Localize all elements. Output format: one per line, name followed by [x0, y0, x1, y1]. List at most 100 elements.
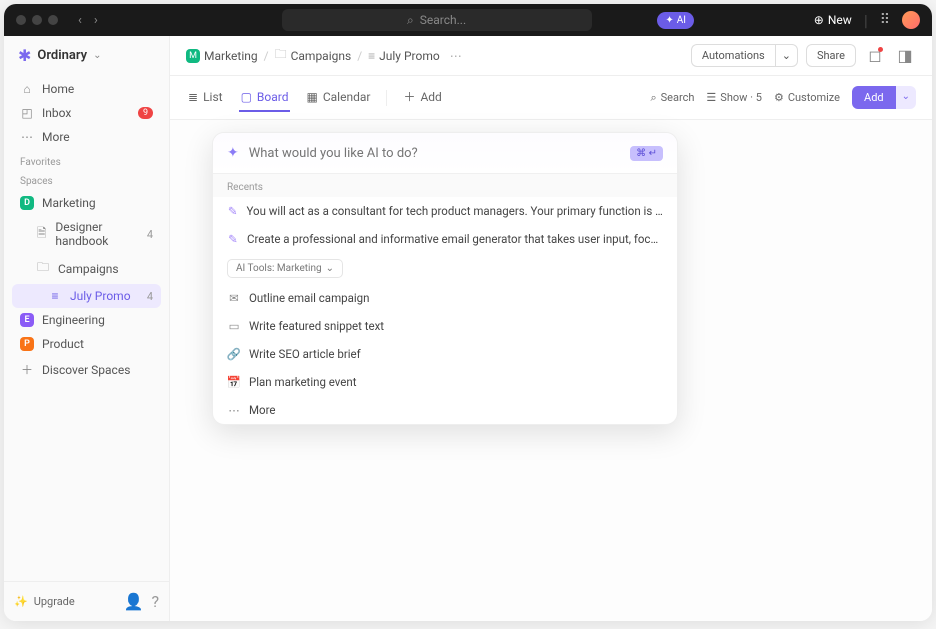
logo-icon: ✱ [18, 46, 31, 65]
upgrade-button[interactable]: ✨ Upgrade [14, 595, 75, 608]
sidebar-inbox[interactable]: ◰ Inbox 9 [12, 101, 161, 125]
favorites-label: Favorites [4, 151, 169, 170]
view-add[interactable]: ＋Add [401, 82, 443, 113]
ai-prompt-input[interactable] [249, 146, 620, 161]
show-button[interactable]: ☰Show · 5 [706, 91, 762, 104]
search-button[interactable]: ⌕Search [650, 91, 694, 105]
automations-button[interactable]: Automations [691, 44, 775, 67]
folder-icon: 🗀 [275, 45, 287, 66]
inbox-icon: ◰ [20, 106, 34, 120]
ai-tool-event[interactable]: 📅 Plan marketing event [213, 368, 677, 396]
space-avatar: D [20, 196, 34, 210]
panel-icon[interactable]: ◨ [894, 45, 916, 67]
plus-icon: ＋ [403, 88, 415, 105]
gear-icon: ⚙ [774, 91, 784, 104]
add-task-dropdown[interactable]: ⌄ [896, 86, 916, 109]
view-calendar[interactable]: ▦Calendar [304, 84, 372, 112]
chevron-down-icon: ⌄ [326, 263, 334, 274]
board-icon: ▢ [241, 90, 252, 104]
share-button[interactable]: Share [806, 44, 856, 67]
minimize-icon[interactable] [32, 15, 42, 25]
search-icon: ⌕ [650, 91, 656, 105]
home-icon: ⌂ [20, 82, 34, 96]
chevron-down-icon: ⌄ [93, 50, 101, 61]
more-icon[interactable]: ⋯ [450, 49, 462, 63]
inbox-badge: 9 [138, 107, 153, 119]
help-icon[interactable]: ? [151, 592, 159, 611]
keyboard-shortcut: ⌘ ↵ [630, 146, 663, 161]
filter-icon: ☰ [706, 91, 716, 104]
titlebar: ‹ › ⌕ Search... ✦ AI ⊕ New | ⠿ [4, 4, 932, 36]
recents-label: Recents [213, 173, 677, 197]
ai-tool-seo[interactable]: 🔗 Write SEO article brief [213, 340, 677, 368]
add-task-button[interactable]: Add [852, 86, 896, 109]
app-window: ‹ › ⌕ Search... ✦ AI ⊕ New | ⠿ ✱ Ordinar… [4, 4, 932, 621]
document-icon: 🗎 [36, 224, 47, 245]
ai-tool-snippet[interactable]: ▭ Write featured snippet text [213, 312, 677, 340]
nav-arrows: ‹ › [74, 11, 102, 30]
ai-tools-selector[interactable]: AI Tools: Marketing ⌄ [227, 259, 343, 278]
calendar-icon: 📅 [227, 375, 241, 389]
pencil-icon: ✎ [227, 232, 239, 246]
ai-button[interactable]: ✦ AI [657, 12, 694, 29]
pencil-icon: ✎ [227, 204, 238, 218]
list-icon: ≡ [48, 289, 62, 303]
sidebar-more[interactable]: ⋯ More [12, 125, 161, 149]
recent-prompt[interactable]: ✎ Create a professional and informative … [213, 225, 677, 253]
global-search[interactable]: ⌕ Search... [282, 9, 592, 31]
titlebar-right: ⊕ New | ⠿ [814, 11, 920, 30]
main-area: M Marketing / 🗀 Campaigns / ≡ July Promo… [170, 36, 932, 621]
traffic-lights [16, 15, 58, 25]
search-icon: ⌕ [407, 13, 414, 28]
spaces-label: Spaces [4, 170, 169, 189]
nav-forward-icon[interactable]: › [90, 11, 102, 30]
automations-button-group: Automations ⌄ [691, 44, 798, 67]
ai-more[interactable]: ⋯ More [213, 396, 677, 424]
list-icon: ≡ [368, 49, 375, 63]
list-icon: ≣ [188, 90, 198, 104]
view-board[interactable]: ▢Board [239, 84, 291, 112]
notifications-icon[interactable]: ◻ [864, 45, 886, 67]
views-row: ≣List ▢Board ▦Calendar ＋Add ⌕Search ☰Sho… [170, 76, 932, 120]
recent-prompt[interactable]: ✎ You will act as a consultant for tech … [213, 197, 677, 225]
workspace-switcher[interactable]: ✱ Ordinary ⌄ [4, 36, 169, 75]
sidebar-home[interactable]: ⌂ Home [12, 77, 161, 101]
sidebar: ✱ Ordinary ⌄ ⌂ Home ◰ Inbox 9 ⋯ More [4, 36, 170, 621]
crumb-list[interactable]: July Promo [379, 49, 440, 63]
breadcrumb-row: M Marketing / 🗀 Campaigns / ≡ July Promo… [170, 36, 932, 76]
new-button[interactable]: ⊕ New [814, 13, 852, 27]
plus-icon: ＋ [20, 361, 34, 378]
view-list[interactable]: ≣List [186, 84, 225, 112]
more-icon: ⋯ [20, 130, 34, 144]
folder-icon: 🗀 [36, 258, 50, 279]
automations-dropdown[interactable]: ⌄ [775, 44, 798, 67]
space-engineering[interactable]: E Engineering [12, 308, 161, 332]
sidebar-july-promo[interactable]: ≡ July Promo 4 [12, 284, 161, 308]
link-icon: 🔗 [227, 347, 241, 361]
sparkle-icon: ✨ [14, 595, 28, 608]
discover-spaces[interactable]: ＋ Discover Spaces [12, 356, 161, 383]
ai-tool-outline-email[interactable]: ✉ Outline email campaign [213, 284, 677, 312]
search-placeholder: Search... [420, 13, 466, 27]
space-avatar: M [186, 49, 200, 63]
close-icon[interactable] [16, 15, 26, 25]
sidebar-designer-handbook[interactable]: 🗎 Designer handbook 4 [12, 215, 161, 253]
board-canvas: ✦ ⌘ ↵ Recents ✎ You will act as a consul… [170, 120, 932, 621]
mail-icon: ✉ [227, 291, 241, 305]
space-marketing[interactable]: D Marketing [12, 191, 161, 215]
user-avatar[interactable] [902, 11, 920, 29]
nav-back-icon[interactable]: ‹ [74, 11, 86, 30]
ai-input-row[interactable]: ✦ ⌘ ↵ [213, 133, 677, 173]
crumb-folder[interactable]: Campaigns [291, 49, 352, 63]
sparkle-icon: ✦ [227, 145, 239, 161]
crumb-space[interactable]: Marketing [204, 49, 258, 63]
space-avatar: P [20, 337, 34, 351]
space-product[interactable]: P Product [12, 332, 161, 356]
customize-button[interactable]: ⚙Customize [774, 91, 840, 104]
apps-grid-icon[interactable]: ⠿ [880, 12, 890, 28]
sidebar-campaigns[interactable]: 🗀 Campaigns [12, 253, 161, 284]
maximize-icon[interactable] [48, 15, 58, 25]
breadcrumb: M Marketing / 🗀 Campaigns / ≡ July Promo… [186, 45, 462, 66]
invite-icon[interactable]: 👤 [124, 592, 144, 611]
more-icon: ⋯ [227, 403, 241, 417]
